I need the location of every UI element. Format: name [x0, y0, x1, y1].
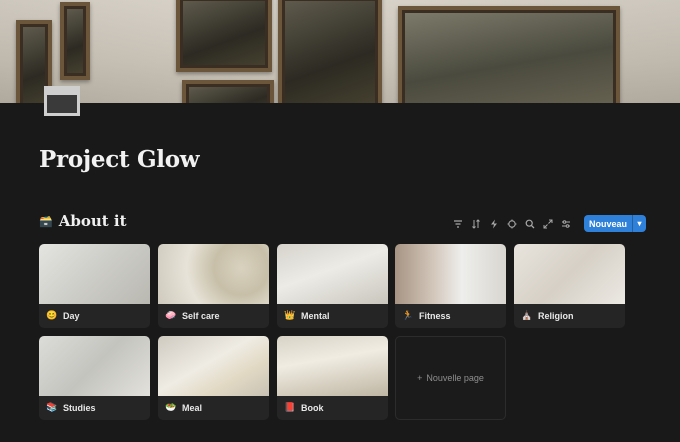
card-cover-image [39, 336, 150, 396]
card-cover-image [277, 336, 388, 396]
card-title: Studies [63, 402, 96, 413]
calendar-icon[interactable] [44, 86, 80, 116]
ai-icon[interactable] [506, 218, 518, 230]
gallery-card-mental[interactable]: 👑 Mental [277, 244, 388, 328]
gallery-card-book[interactable]: 📕 Book [277, 336, 388, 420]
card-file-box-icon: 🗃️ [39, 215, 53, 228]
card-title: Fitness [419, 310, 451, 321]
painting-frame [182, 80, 274, 103]
cover-image[interactable] [0, 0, 680, 103]
card-cover-image [158, 244, 269, 304]
sort-icon[interactable] [470, 218, 482, 230]
painting-frame [278, 0, 382, 103]
gallery-card-studies[interactable]: 📚 Studies [39, 336, 150, 420]
gallery-card-religion[interactable]: ⛪ Religion [514, 244, 625, 328]
settings-icon[interactable] [560, 218, 572, 230]
gallery-card-meal[interactable]: 🥗 Meal [158, 336, 269, 420]
soap-icon: 🧼 [165, 310, 177, 320]
database-title[interactable]: About it [59, 212, 127, 230]
salad-icon: 🥗 [165, 402, 177, 412]
church-icon: ⛪ [521, 310, 533, 320]
database-toolbar: Nouveau ▾ [452, 215, 647, 232]
database-header: 🗃️ About it [39, 212, 127, 230]
chevron-down-icon[interactable]: ▾ [632, 215, 646, 232]
card-title: Book [301, 402, 324, 413]
plus-icon: + [417, 373, 423, 383]
card-title: Religion [538, 310, 574, 321]
smile-icon: 😊 [46, 310, 58, 320]
card-cover-image [158, 336, 269, 396]
card-cover-image [39, 244, 150, 304]
painting-frame [398, 6, 620, 103]
running-icon: 🏃 [402, 310, 414, 320]
painting-frame [176, 0, 272, 72]
new-page-card[interactable]: + Nouvelle page [395, 336, 506, 420]
card-cover-image [395, 244, 506, 304]
card-title: Meal [182, 402, 203, 413]
gallery-card-fitness[interactable]: 🏃 Fitness [395, 244, 506, 328]
new-page-label: Nouvelle page [426, 373, 484, 383]
search-icon[interactable] [524, 218, 536, 230]
card-cover-image [277, 244, 388, 304]
card-title: Self care [182, 310, 220, 321]
gallery-card-self-care[interactable]: 🧼 Self care [158, 244, 269, 328]
crown-icon: 👑 [284, 310, 296, 320]
automation-icon[interactable] [488, 218, 500, 230]
painting-frame [60, 2, 90, 80]
filter-icon[interactable] [452, 218, 464, 230]
books-icon: 📚 [46, 402, 58, 412]
card-title: Day [63, 310, 80, 321]
page-title[interactable]: Project Glow [39, 146, 200, 173]
closed-book-icon: 📕 [284, 402, 296, 412]
card-title: Mental [301, 310, 330, 321]
expand-icon[interactable] [542, 218, 554, 230]
gallery-card-day[interactable]: 😊 Day [39, 244, 150, 328]
new-button[interactable]: Nouveau ▾ [584, 215, 647, 232]
card-cover-image [514, 244, 625, 304]
new-button-label[interactable]: Nouveau [584, 215, 632, 232]
